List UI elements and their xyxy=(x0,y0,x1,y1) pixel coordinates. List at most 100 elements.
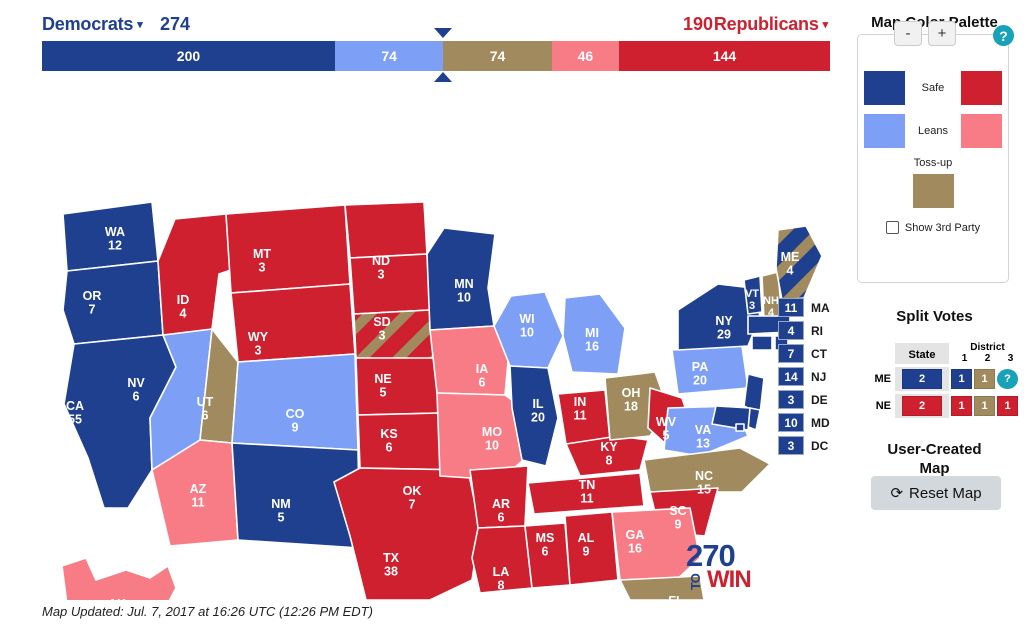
state-ks[interactable] xyxy=(355,357,441,416)
split-district-me-1[interactable]: 1 xyxy=(951,369,972,389)
democrats-label: Democrats xyxy=(42,14,134,34)
small-state-votes-dc[interactable]: 3 xyxy=(778,436,804,455)
state-tn[interactable] xyxy=(527,472,645,515)
palette-leans-label: Leans xyxy=(918,125,948,137)
district-number-3: 3 xyxy=(1007,353,1014,364)
small-state-label-ct: CT xyxy=(811,346,827,361)
map-updated-timestamp: Map Updated: Jul. 7, 2017 at 16:26 UTC (… xyxy=(42,604,373,619)
state-ms[interactable] xyxy=(524,522,571,589)
palette-decrease-button[interactable]: - xyxy=(894,21,922,46)
state-ky[interactable] xyxy=(565,435,649,477)
palette-help-icon[interactable]: ? xyxy=(993,25,1014,46)
swatch-leans-republican[interactable] xyxy=(961,114,1002,148)
state-mi[interactable] xyxy=(562,293,626,375)
small-state-label-dc: DC xyxy=(811,438,829,453)
reset-map-label: Reset Map xyxy=(909,484,982,502)
split-district-ne-2[interactable]: 1 xyxy=(974,396,995,416)
show-third-party-row[interactable]: Show 3rd Party xyxy=(858,221,1008,234)
state-co[interactable] xyxy=(231,353,359,451)
democrats-dropdown[interactable]: Democrats ▾ xyxy=(42,14,143,35)
small-state-votes-ma[interactable]: 11 xyxy=(778,298,804,317)
republicans-dropdown[interactable]: Republicans ▾ xyxy=(714,14,828,35)
small-state-label-ri: RI xyxy=(811,323,823,338)
small-state-row-dc[interactable]: 3 DC xyxy=(778,436,830,455)
republicans-total: 190 xyxy=(682,14,713,34)
state-mn[interactable] xyxy=(426,227,496,331)
small-state-votes-de[interactable]: 3 xyxy=(778,390,804,409)
small-state-row-ct[interactable]: 7 CT xyxy=(778,344,830,363)
small-state-row-ma[interactable]: 11 MA xyxy=(778,298,830,317)
palette-increase-button[interactable]: + xyxy=(928,21,956,46)
majority-marker-bottom xyxy=(434,72,453,82)
bar-segment-leans-dem[interactable]: 74 xyxy=(334,41,444,71)
state-wy[interactable] xyxy=(230,283,356,363)
split-help-icon[interactable]: ? xyxy=(997,369,1018,389)
electoral-vote-bar[interactable]: 200 74 74 46 144 xyxy=(42,41,830,71)
state-id[interactable] xyxy=(157,213,232,336)
state-la[interactable] xyxy=(471,525,533,594)
bar-segment-leans-rep[interactable]: 46 xyxy=(551,41,620,71)
state-nd[interactable] xyxy=(344,201,428,259)
split-state-cell-ne: 2 xyxy=(895,394,949,418)
swatch-safe-democrat[interactable] xyxy=(864,71,905,105)
state-pa[interactable] xyxy=(671,345,749,395)
swatch-leans-democrat[interactable] xyxy=(864,114,905,148)
district-number-2: 2 xyxy=(984,353,991,364)
split-row-label-me: ME xyxy=(874,373,892,385)
state-ne[interactable] xyxy=(353,309,438,365)
palette-tossup-label: Toss-up xyxy=(913,157,953,169)
state-me[interactable] xyxy=(775,225,823,301)
palette-safe-label: Safe xyxy=(921,82,945,94)
us-electoral-map[interactable]: WA 12 OR 7 CA 55 NV 6 ID 4 MT 3 WY 3 UT 6 CO 9 AZ 11 NM 5 ND 3 S… xyxy=(0,88,845,600)
refresh-icon: ⟳ xyxy=(890,485,904,502)
map-color-palette-panel: - + ? Safe Leans Toss-up Show 3rd Party xyxy=(857,21,1014,283)
reset-map-button[interactable]: ⟳ Reset Map xyxy=(871,476,1001,510)
state-in[interactable] xyxy=(557,389,611,445)
split-row-ne: NE 2 1 1 1 xyxy=(869,394,1022,418)
majority-marker-top xyxy=(434,28,453,38)
state-nc[interactable] xyxy=(643,447,771,493)
state-ar[interactable] xyxy=(469,465,529,529)
state-vt[interactable] xyxy=(743,275,763,315)
swatch-tossup[interactable] xyxy=(912,174,954,208)
bar-segment-safe-rep[interactable]: 144 xyxy=(619,41,830,71)
split-district-numbers: 1 2 3 xyxy=(953,353,1022,364)
small-state-row-md[interactable]: 10 MD xyxy=(778,413,830,432)
state-tx[interactable] xyxy=(333,467,481,600)
small-state-row-nj[interactable]: 14 NJ xyxy=(778,367,830,386)
split-district-header: District xyxy=(970,342,1005,353)
small-state-votes-nj[interactable]: 14 xyxy=(778,367,804,386)
split-district-ne-3[interactable]: 1 xyxy=(997,396,1018,416)
show-third-party-label: Show 3rd Party xyxy=(904,221,981,234)
bar-segment-toss-up[interactable]: 74 xyxy=(443,41,552,71)
user-created-map-title: User-Created Map xyxy=(845,440,1024,478)
state-wa[interactable] xyxy=(62,201,159,272)
split-district-me-2[interactable]: 1 xyxy=(974,369,995,389)
republicans-label: Republicans xyxy=(713,14,819,34)
state-ak[interactable] xyxy=(61,557,196,600)
small-state-row-ri[interactable]: 4 RI xyxy=(778,321,830,340)
show-third-party-checkbox[interactable] xyxy=(885,221,899,234)
state-dc[interactable] xyxy=(735,423,745,432)
small-state-label-ma: MA xyxy=(811,300,830,315)
small-state-votes-ri[interactable]: 4 xyxy=(778,321,804,340)
state-sd[interactable] xyxy=(349,253,431,315)
bar-segment-safe-dem[interactable]: 200 xyxy=(42,41,335,71)
map-svg[interactable]: WA12OR7CA55NV6ID4MT3WY3UT6 CO9AZ11 NM5ND3S… xyxy=(0,88,845,600)
chevron-down-icon: ▾ xyxy=(137,19,143,31)
small-state-row-de[interactable]: 3 DE xyxy=(778,390,830,409)
small-state-votes-ct[interactable]: 7 xyxy=(778,344,804,363)
swatch-safe-republican[interactable] xyxy=(961,71,1002,105)
split-district-ne-1[interactable]: 1 xyxy=(951,396,972,416)
small-state-votes-md[interactable]: 10 xyxy=(778,413,804,432)
state-ct[interactable] xyxy=(751,335,773,351)
democrats-total: 274 xyxy=(160,14,191,34)
state-al[interactable] xyxy=(564,511,619,586)
chevron-down-icon: ▾ xyxy=(822,19,829,31)
state-mt[interactable] xyxy=(225,204,351,294)
split-state-votes-me[interactable]: 2 xyxy=(902,369,942,389)
split-state-cell-me: 2 xyxy=(895,367,949,391)
electoral-vote-header: Democrats ▾ 274 190 Republicans ▾ 200 74 74 4… xyxy=(0,0,845,86)
split-state-votes-ne[interactable]: 2 xyxy=(902,396,942,416)
state-or[interactable] xyxy=(62,260,164,345)
